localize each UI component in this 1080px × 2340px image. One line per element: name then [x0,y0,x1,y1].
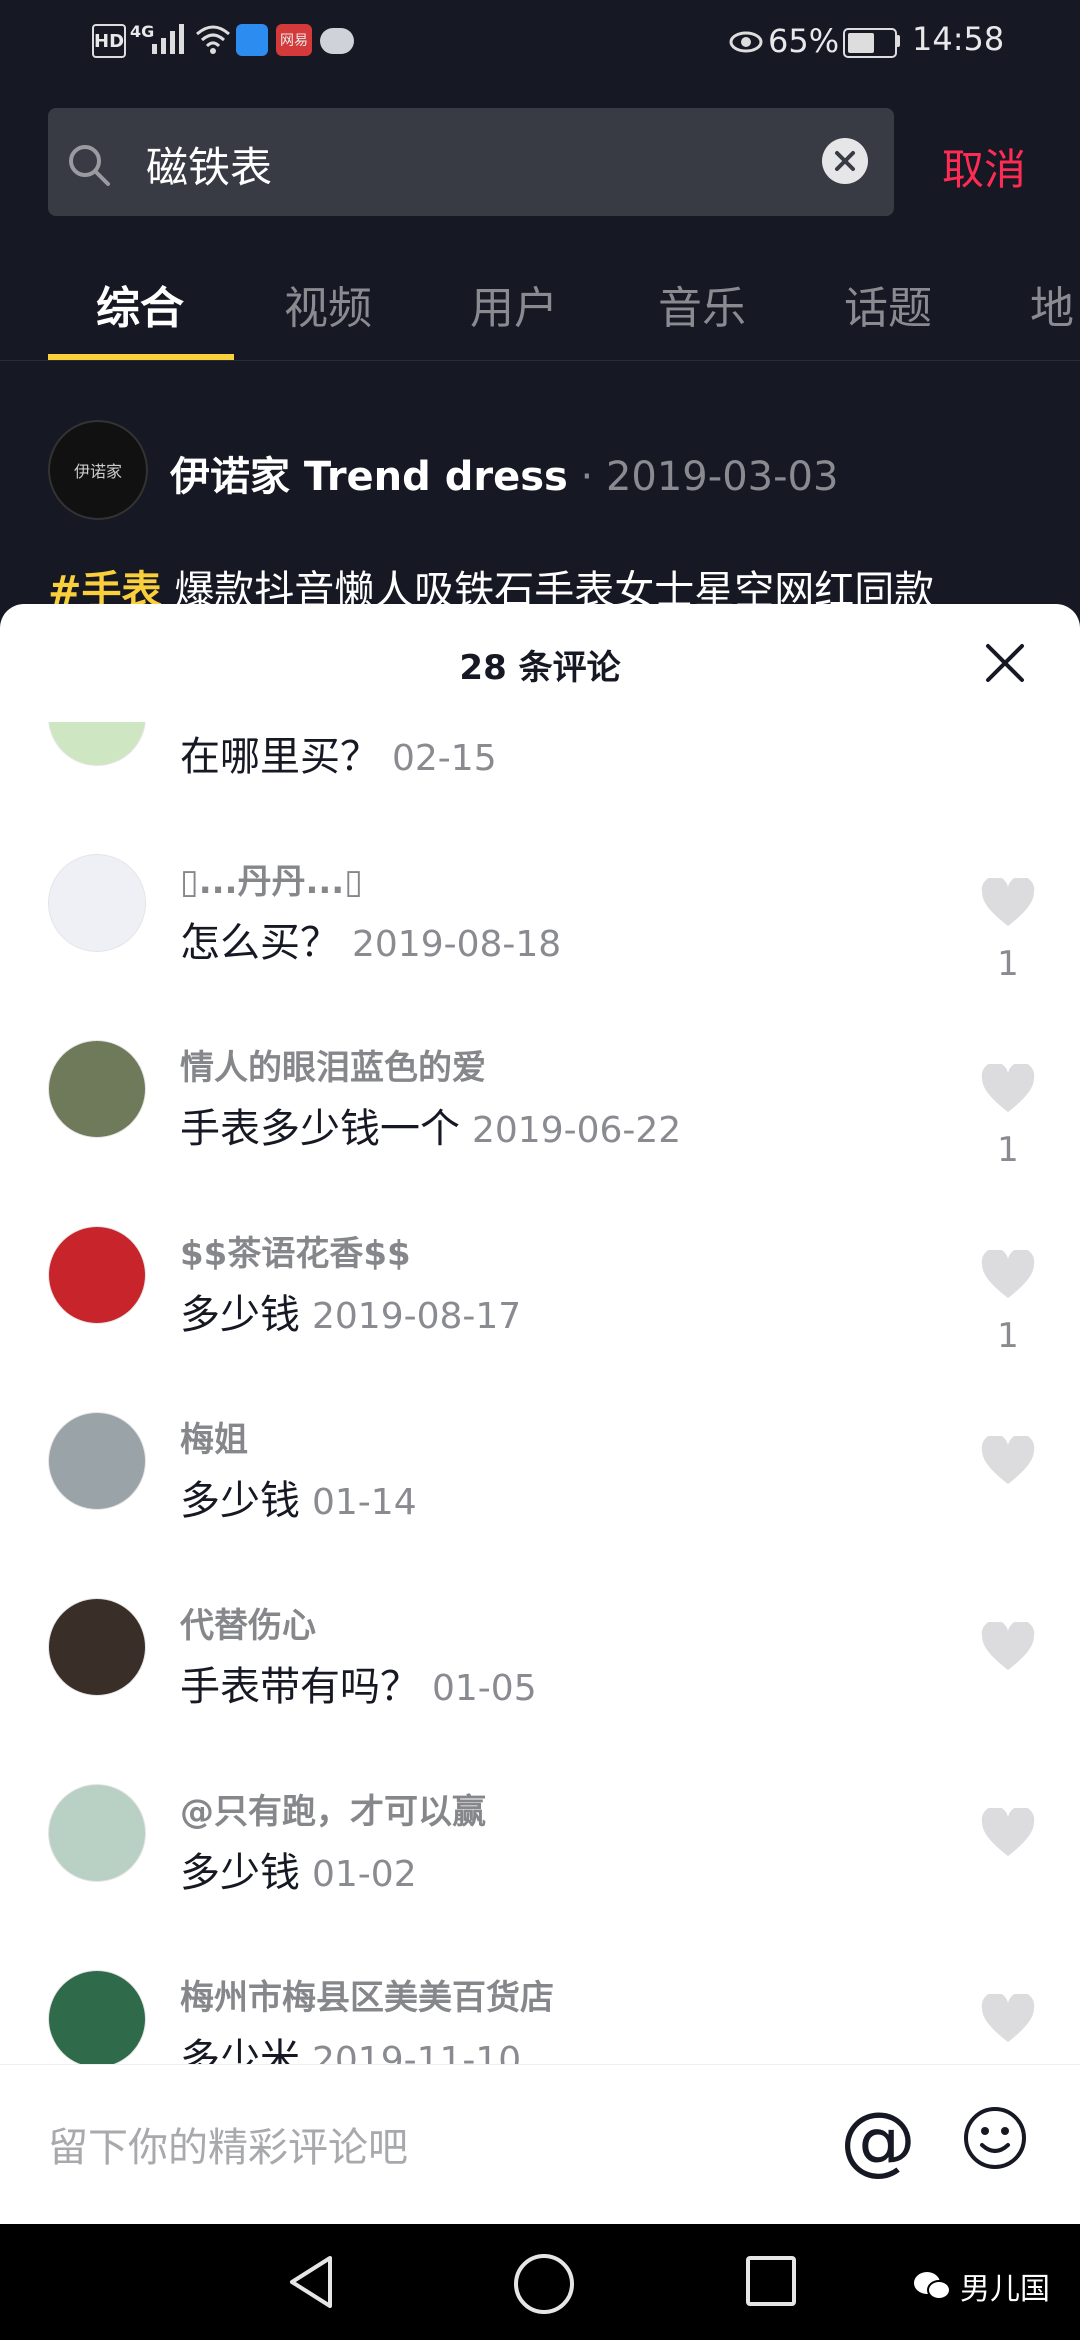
like-count: 1 [997,1130,1019,1170]
heart-icon[interactable] [980,1250,1036,1300]
watermark-text: 男儿国 [960,2272,1050,2307]
tab-places[interactable]: 地 [1030,272,1074,336]
comment-text: 在哪里买？ [180,734,380,780]
post-date: · 2019-03-03 [567,454,839,500]
tab-music[interactable]: 音乐 [658,272,746,336]
recent-apps-button[interactable] [746,2256,796,2306]
like-count: 1 [997,944,1019,984]
comment-line: 手表带有吗？ 01-05 [180,1654,537,1712]
battery-percent: 65% [768,22,840,60]
close-icon [835,151,855,171]
author-line: 伊诺家 Trend dress · 2019-03-03 [170,444,838,502]
comment-time: 01-02 [312,1854,417,1895]
signal-icon [152,24,184,54]
message-notification-icon [320,28,354,54]
home-button[interactable] [514,2254,574,2314]
comment-line: 在哪里买？ 02-15 [180,724,497,782]
comment-time: 01-05 [432,1668,537,1709]
comment-line: 怎么买？ 2019-08-18 [180,910,561,968]
comments-sheet: 28 条评论 在哪里买？ 02-15 ▯...丹丹...▯ 怎么买？ 2019-08… [0,604,1080,2224]
author-name[interactable]: 伊诺家 Trend dress [170,454,568,500]
avatar[interactable] [48,1412,146,1510]
cancel-button[interactable]: 取消 [942,136,1026,197]
comment-time: 2019-06-22 [472,1110,682,1151]
watermark: 男儿国 [912,2264,1050,2308]
wifi-icon [196,25,230,54]
like-count: 1 [997,1316,1019,1356]
comment-row: 在哪里买？ 02-15 [0,722,1080,848]
system-nav-bar: 男儿国 [0,2224,1080,2340]
heart-icon[interactable] [980,1808,1036,1858]
commenter-name[interactable]: @只有跑，才可以赢 [180,1784,486,1833]
avatar[interactable] [48,1598,146,1696]
status-bar: HD 4G 网易 65% 14:58 [0,0,1080,84]
comment-text: 手表多少钱一个 [180,1106,460,1152]
comment-row: @只有跑，才可以赢 多少钱 01-02 [0,1778,1080,1964]
heart-icon[interactable] [980,878,1036,928]
battery-icon [843,28,897,58]
comment-row: 情人的眼泪蓝色的爱 手表多少钱一个 2019-06-22 1 [0,1034,1080,1220]
commenter-name[interactable]: ▯...丹丹...▯ [180,854,363,903]
clear-search-button[interactable] [822,138,868,184]
hd-indicator: HD [92,24,126,58]
avatar[interactable] [48,1226,146,1324]
commenter-name[interactable]: 梅姐 [180,1412,248,1461]
comments-count-title: 28 条评论 [459,648,621,688]
comment-time: 2019-08-17 [312,1296,522,1337]
tab-videos[interactable]: 视频 [284,272,372,336]
comment-input[interactable]: 留下你的精彩评论吧 [48,2115,408,2173]
commenter-name[interactable]: 代替伤心 [180,1598,316,1647]
comment-row: 梅姐 多少钱 01-14 [0,1406,1080,1592]
comment-line: 多少钱 01-14 [180,1468,417,1526]
comment-time: 2019-08-18 [352,924,562,965]
commenter-name[interactable]: 情人的眼泪蓝色的爱 [180,1040,486,1089]
comment-input-bar: 留下你的精彩评论吧 @ [0,2064,1080,2224]
emoji-icon[interactable] [962,2105,1028,2171]
tab-topics[interactable]: 话题 [844,272,932,336]
heart-icon[interactable] [980,1436,1036,1486]
heart-icon[interactable] [980,1622,1036,1672]
heart-icon[interactable] [980,1064,1036,1114]
comment-time: 01-14 [312,1482,417,1523]
comment-text: 多少钱 [180,1478,300,1524]
comment-text: 多少钱 [180,1850,300,1896]
app-notification-icon [236,24,268,56]
comment-line: 手表多少钱一个 2019-06-22 [180,1096,681,1154]
back-icon[interactable] [286,2254,336,2310]
comment-text: 怎么买？ [180,920,340,966]
avatar[interactable] [48,722,146,766]
comment-row: ▯...丹丹...▯ 怎么买？ 2019-08-18 1 [0,848,1080,1034]
clock: 14:58 [912,20,1005,58]
commenter-name[interactable]: 梅州市梅县区美美百货店 [180,1970,554,2019]
comment-line: 多少钱 01-02 [180,1840,417,1898]
avatar[interactable] [48,854,146,952]
eye-comfort-icon [729,31,763,53]
comment-time: 02-15 [392,738,497,779]
tab-divider [0,360,1080,361]
close-icon[interactable] [982,640,1028,686]
mention-icon[interactable]: @ [840,2095,916,2184]
avatar[interactable] [48,1040,146,1138]
author-avatar[interactable]: 伊诺家 [48,420,148,520]
heart-icon[interactable] [980,1994,1036,2044]
battery-tip [896,35,900,47]
comment-text: 手表带有吗？ [180,1664,420,1710]
comment-row: 代替伤心 手表带有吗？ 01-05 [0,1592,1080,1778]
netease-notification-icon: 网易 [276,24,312,56]
comment-list[interactable]: 在哪里买？ 02-15 ▯...丹丹...▯ 怎么买？ 2019-08-18 1 情… [0,722,1080,2082]
commenter-name[interactable]: $$茶语花香$$ [180,1226,411,1275]
wechat-icon [914,2272,951,2300]
comment-line: 多少钱 2019-08-17 [180,1282,521,1340]
search-input[interactable]: 磁铁表 [146,134,272,195]
comment-text: 多少钱 [180,1292,300,1338]
avatar[interactable] [48,1784,146,1882]
comment-row: $$茶语花香$$ 多少钱 2019-08-17 1 [0,1220,1080,1406]
avatar[interactable] [48,1970,146,2068]
tab-users[interactable]: 用户 [470,272,558,336]
tab-comprehensive[interactable]: 综合 [96,272,184,336]
search-icon [69,145,110,186]
